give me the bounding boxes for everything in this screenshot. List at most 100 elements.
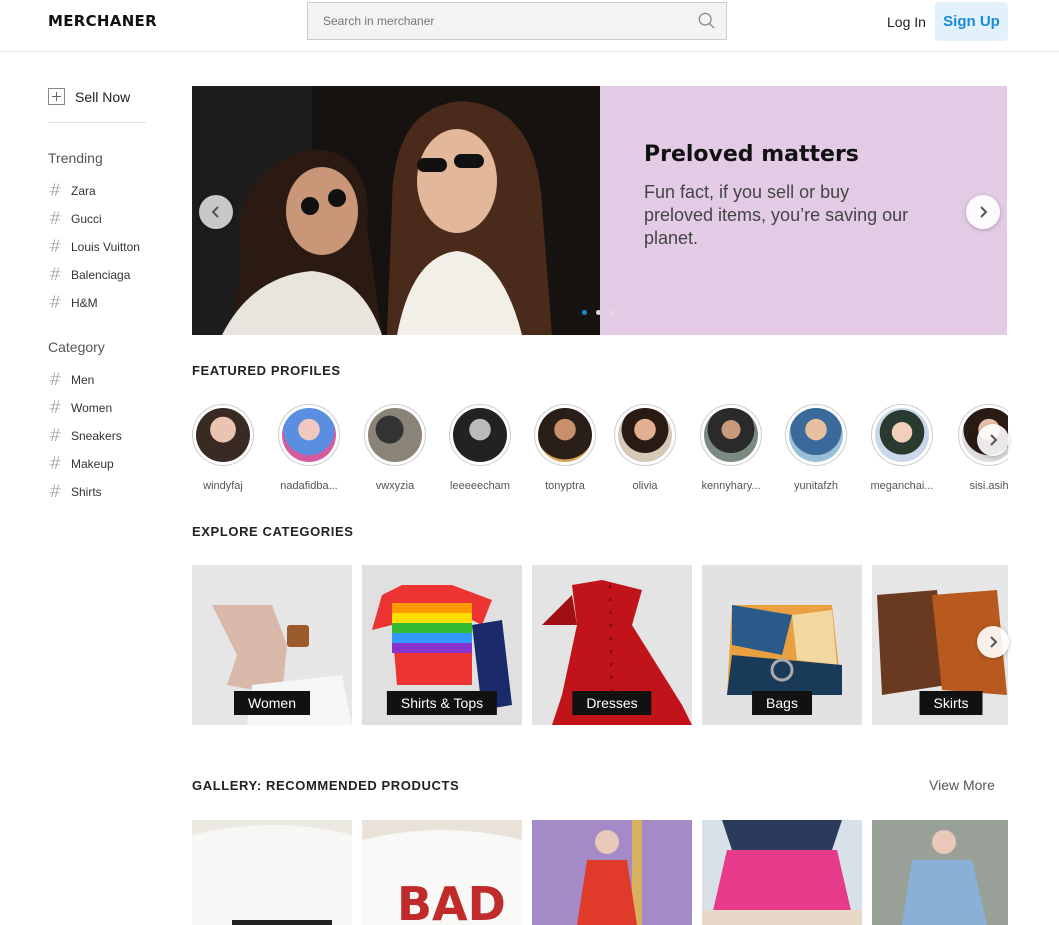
hash-icon: # xyxy=(48,370,63,390)
carousel-dots xyxy=(582,310,615,315)
hash-icon: # xyxy=(48,398,63,418)
category-card-shirts-tops[interactable]: Shirts & Tops xyxy=(362,565,522,725)
profiles-next-button[interactable] xyxy=(977,424,1009,456)
hash-icon: # xyxy=(48,454,63,474)
login-link[interactable]: Log In xyxy=(887,14,926,30)
category-heading: Category xyxy=(48,339,105,355)
profile-card[interactable]: yunitafzh xyxy=(785,404,847,492)
product-image xyxy=(872,820,1008,925)
banner-subtitle: Fun fact, if you sell or buy preloved it… xyxy=(644,182,909,248)
featured-profiles-title: FEATURED PROFILES xyxy=(192,363,341,378)
banner-photo xyxy=(192,86,600,335)
profile-name: nadafidba... xyxy=(280,480,338,492)
profile-name: kennyhary... xyxy=(701,480,761,492)
product-card[interactable] xyxy=(702,820,862,925)
product-image xyxy=(532,820,692,925)
category-item[interactable]: # Men xyxy=(48,366,122,394)
trending-item[interactable]: # Balenciaga xyxy=(48,261,140,289)
profile-name: sisi.asih xyxy=(969,480,1008,492)
trending-item[interactable]: # Zara xyxy=(48,177,140,205)
category-label: Sneakers xyxy=(71,429,122,443)
banner-prev-button[interactable] xyxy=(199,195,233,229)
categories-next-button[interactable] xyxy=(977,626,1009,658)
category-item[interactable]: # Shirts xyxy=(48,478,122,506)
trending-label: Louis Vuitton xyxy=(71,240,140,254)
profile-card[interactable]: kennyhary... xyxy=(700,404,762,492)
banner-title: Preloved matters xyxy=(644,142,859,167)
product-image xyxy=(702,820,862,925)
profile-name: leeeeecham xyxy=(450,480,510,492)
trending-label: H&M xyxy=(71,296,98,310)
sell-now-button[interactable]: Sell Now xyxy=(48,88,130,105)
profile-card[interactable]: tonyptra xyxy=(534,404,596,492)
avatar xyxy=(278,404,340,466)
avatar xyxy=(534,404,596,466)
category-item[interactable]: # Makeup xyxy=(48,450,122,478)
carousel-dot[interactable] xyxy=(582,310,587,315)
avatar xyxy=(614,404,676,466)
signup-button[interactable]: Sign Up xyxy=(935,2,1008,41)
category-label: Makeup xyxy=(71,457,114,471)
hash-icon: # xyxy=(48,209,63,229)
product-card[interactable] xyxy=(192,820,352,925)
profile-name: vwxyzia xyxy=(375,480,415,492)
top-header: MERCHANER Log In Sign Up xyxy=(0,0,1059,52)
category-item[interactable]: # Women xyxy=(48,394,122,422)
avatar xyxy=(700,404,762,466)
avatar xyxy=(364,404,426,466)
view-more-link[interactable]: View More xyxy=(929,777,995,793)
category-label: Dresses xyxy=(572,691,652,715)
category-card-women[interactable]: Women xyxy=(192,565,352,725)
logo[interactable]: MERCHANER xyxy=(48,12,157,30)
profile-name: tonyptra xyxy=(545,480,585,492)
avatar xyxy=(192,404,254,466)
profile-card[interactable]: nadafidba... xyxy=(278,404,340,492)
profile-card[interactable]: leeeeecham xyxy=(449,404,511,492)
avatar xyxy=(871,404,933,466)
hero-banner: Preloved matters Fun fact, if you sell o… xyxy=(192,86,1007,335)
category-label: Men xyxy=(71,373,95,387)
trending-list: # Zara # Gucci # Louis Vuitton # Balenciaga … xyxy=(48,177,140,317)
category-label: Shirts xyxy=(71,485,102,499)
banner-next-button[interactable] xyxy=(966,195,1000,229)
product-image: BAD xyxy=(362,820,522,925)
sidebar-divider xyxy=(48,122,146,123)
hash-icon: # xyxy=(48,237,63,257)
carousel-dot[interactable] xyxy=(610,310,615,315)
profile-card[interactable]: meganchai... xyxy=(871,404,933,492)
search-input[interactable] xyxy=(308,3,678,39)
sell-now-label: Sell Now xyxy=(75,88,131,105)
profile-name: meganchai... xyxy=(870,480,934,492)
hash-icon: # xyxy=(48,293,63,313)
chevron-right-icon xyxy=(980,206,988,218)
trending-item[interactable]: # Gucci xyxy=(48,205,140,233)
explore-categories-title: EXPLORE CATEGORIES xyxy=(192,524,354,539)
hash-icon: # xyxy=(48,426,63,446)
search-bar[interactable] xyxy=(307,2,727,40)
profile-name: windyfaj xyxy=(203,480,243,492)
svg-text:BAD: BAD xyxy=(397,877,506,925)
avatar xyxy=(785,404,847,466)
product-card[interactable] xyxy=(532,820,692,925)
category-item[interactable]: # Sneakers xyxy=(48,422,122,450)
category-label: Shirts & Tops xyxy=(386,691,498,715)
category-card-bags[interactable]: Bags xyxy=(702,565,862,725)
chevron-left-icon xyxy=(211,206,219,218)
product-card[interactable]: BAD xyxy=(362,820,522,925)
trending-label: Balenciaga xyxy=(71,268,131,282)
trending-item[interactable]: # Louis Vuitton xyxy=(48,233,140,261)
profile-card[interactable]: vwxyzia xyxy=(364,404,426,492)
category-label: Women xyxy=(71,401,113,415)
category-card-dresses[interactable]: Dresses xyxy=(532,565,692,725)
hash-icon: # xyxy=(48,482,63,502)
chevron-right-icon xyxy=(990,434,998,446)
search-icon[interactable] xyxy=(698,12,716,30)
trending-item[interactable]: # H&M xyxy=(48,289,140,317)
carousel-dot[interactable] xyxy=(596,310,601,315)
profile-name: yunitafzh xyxy=(793,480,839,492)
profile-card[interactable]: windyfaj xyxy=(192,404,254,492)
gallery-title: GALLERY: RECOMMENDED PRODUCTS xyxy=(192,778,460,793)
plus-icon xyxy=(48,88,65,105)
product-card[interactable] xyxy=(872,820,1008,925)
profile-card[interactable]: olivia xyxy=(614,404,676,492)
